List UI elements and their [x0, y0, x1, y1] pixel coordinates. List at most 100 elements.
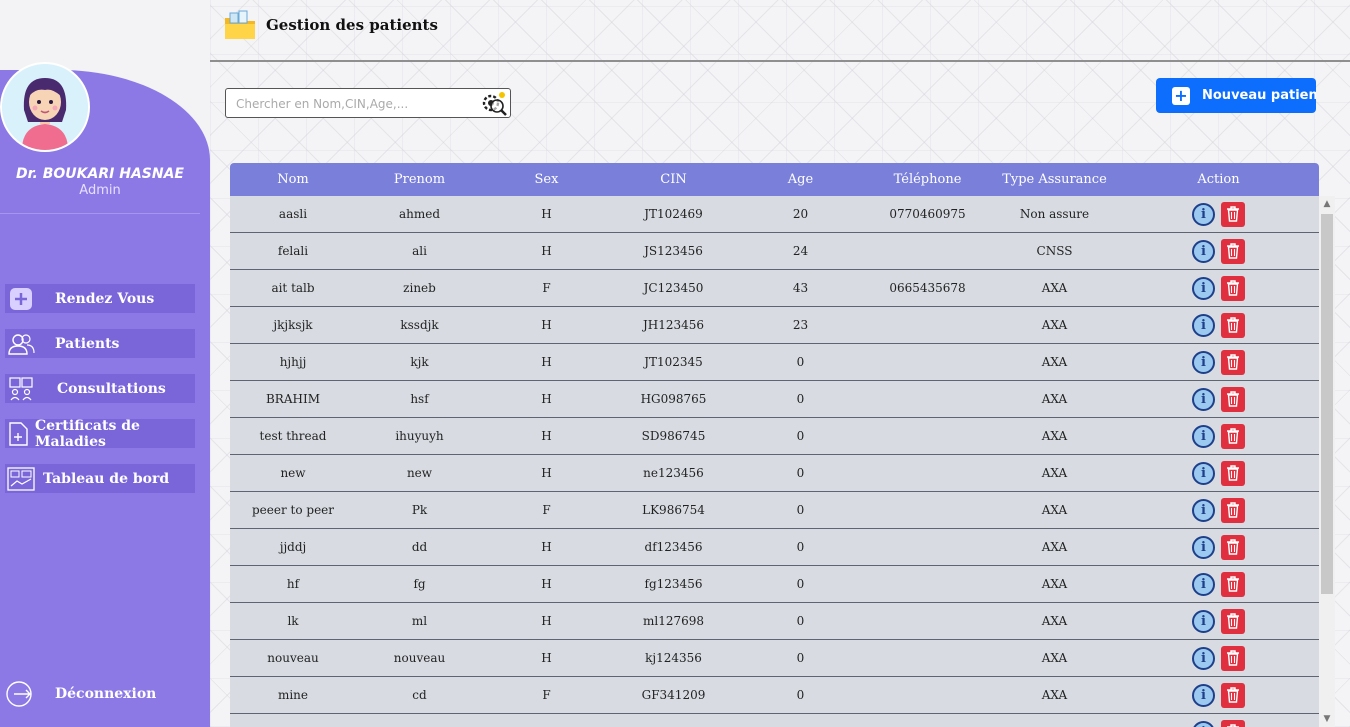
- scroll-thumb[interactable]: [1321, 214, 1333, 594]
- new-patient-button[interactable]: + Nouveau patient: [1156, 78, 1316, 113]
- trash-icon: [1227, 650, 1239, 666]
- scroll-up-arrow-icon[interactable]: ▲: [1319, 196, 1335, 212]
- cell-nom: jjddj: [279, 540, 307, 554]
- column-header-assurance[interactable]: Type Assurance: [991, 172, 1118, 187]
- cell-cin: HG098765: [640, 392, 707, 406]
- column-header-prenom[interactable]: Prenom: [356, 172, 483, 187]
- cell-assurance: AXA: [1041, 503, 1068, 517]
- search-input[interactable]: [234, 93, 478, 115]
- info-button[interactable]: i: [1192, 683, 1215, 707]
- delete-button[interactable]: [1221, 201, 1245, 227]
- delete-button[interactable]: [1221, 386, 1245, 412]
- sidebar-item-rendez-vous[interactable]: Rendez Vous: [5, 284, 195, 313]
- column-header-sex[interactable]: Sex: [483, 172, 610, 187]
- cell-age: 0: [796, 577, 805, 591]
- info-button[interactable]: i: [1192, 350, 1215, 374]
- delete-button[interactable]: [1221, 238, 1245, 264]
- logout-label: Déconnexion: [55, 686, 157, 702]
- cell-cin: JC123450: [643, 281, 704, 295]
- cell-nom: felali: [277, 244, 309, 258]
- info-button[interactable]: i: [1192, 461, 1215, 485]
- header-divider: [210, 60, 1350, 62]
- info-button[interactable]: i: [1192, 387, 1215, 411]
- search-box: [225, 88, 511, 118]
- cell-prenom: fg: [413, 577, 426, 591]
- delete-button[interactable]: [1221, 608, 1245, 634]
- cell-actions: i: [1118, 423, 1319, 449]
- cell-sex: H: [541, 355, 552, 369]
- delete-button[interactable]: [1221, 645, 1245, 671]
- sidebar-item-label: Consultations: [57, 380, 166, 397]
- delete-button[interactable]: [1221, 275, 1245, 301]
- delete-button[interactable]: [1221, 460, 1245, 486]
- table-row: peeer to peer Pk F LK986754 0 AXA i: [230, 492, 1319, 529]
- column-header-cin[interactable]: CIN: [610, 172, 737, 187]
- cell-prenom: hsf: [410, 392, 429, 406]
- cell-nom: new: [280, 466, 306, 480]
- table-scrollbar[interactable]: ▲ ▼: [1319, 196, 1335, 727]
- info-button[interactable]: i: [1192, 313, 1215, 337]
- cell-assurance: AXA: [1041, 614, 1068, 628]
- table-row: new new H ne123456 0 AXA i: [230, 455, 1319, 492]
- cell-nom: BRAHIM: [265, 392, 320, 406]
- sidebar-item-patients[interactable]: Patients: [5, 329, 195, 358]
- sidebar-item-certificats[interactable]: Certificats de Maladies: [5, 418, 195, 450]
- cell-prenom: nouveau: [393, 651, 446, 665]
- table-row: BRAHIM hsf H HG098765 0 AXA i: [230, 381, 1319, 418]
- cell-prenom: ahmed: [398, 207, 441, 221]
- avatar: [0, 62, 90, 152]
- cell-sex: F: [542, 281, 551, 295]
- cell-cin: ml127698: [642, 614, 705, 628]
- info-button[interactable]: i: [1192, 424, 1215, 448]
- info-button[interactable]: i: [1192, 202, 1215, 226]
- info-icon: i: [1201, 502, 1206, 518]
- info-icon: i: [1201, 687, 1206, 703]
- info-button[interactable]: i: [1192, 239, 1215, 263]
- search-gear-icon[interactable]: [480, 90, 508, 118]
- delete-button[interactable]: [1221, 312, 1245, 338]
- logout-button[interactable]: Déconnexion: [5, 680, 195, 708]
- info-button[interactable]: i: [1192, 720, 1215, 727]
- trash-icon: [1227, 539, 1239, 555]
- plus-icon: +: [1172, 86, 1190, 105]
- info-button[interactable]: i: [1192, 276, 1215, 300]
- delete-button[interactable]: [1221, 682, 1245, 708]
- delete-button[interactable]: [1221, 719, 1245, 727]
- cell-prenom: zineb: [403, 281, 436, 295]
- sidebar-item-tableau-de-bord[interactable]: Tableau de bord: [5, 464, 195, 493]
- column-header-nom[interactable]: Nom: [230, 172, 356, 187]
- cell-actions: i: [1118, 571, 1319, 597]
- delete-button[interactable]: [1221, 423, 1245, 449]
- info-icon: i: [1201, 243, 1206, 259]
- cell-sex: H: [541, 577, 552, 591]
- delete-button[interactable]: [1221, 534, 1245, 560]
- cell-sex: H: [541, 318, 552, 332]
- info-icon: i: [1201, 465, 1206, 481]
- sidebar-item-consultations[interactable]: Consultations: [5, 374, 195, 403]
- logout-icon: [6, 681, 32, 707]
- column-header-age[interactable]: Age: [737, 172, 864, 187]
- info-button[interactable]: i: [1192, 535, 1215, 559]
- scroll-down-arrow-icon[interactable]: ▼: [1319, 711, 1335, 727]
- trash-icon: [1227, 206, 1239, 222]
- cell-nom: peeer to peer: [251, 503, 335, 517]
- cell-cin: kj124356: [645, 651, 702, 665]
- plus-square-icon: [10, 287, 32, 310]
- delete-button[interactable]: [1221, 571, 1245, 597]
- cell-prenom: kjk: [410, 355, 429, 369]
- info-button[interactable]: i: [1192, 609, 1215, 633]
- info-button[interactable]: i: [1192, 646, 1215, 670]
- cell-cin: fg123456: [644, 577, 703, 591]
- info-button[interactable]: i: [1192, 572, 1215, 596]
- info-icon: i: [1201, 280, 1206, 296]
- cell-sex: H: [541, 651, 552, 665]
- delete-button[interactable]: [1221, 349, 1245, 375]
- table-row: test thread ihuyuyh H SD986745 0 AXA i: [230, 418, 1319, 455]
- cell-nom: nouveau: [267, 651, 319, 665]
- delete-button[interactable]: [1221, 497, 1245, 523]
- cell-assurance: AXA: [1041, 688, 1068, 702]
- info-button[interactable]: i: [1192, 498, 1215, 522]
- column-header-telephone[interactable]: Téléphone: [864, 172, 991, 187]
- cell-sex: F: [542, 503, 551, 517]
- cell-assurance: AXA: [1041, 392, 1068, 406]
